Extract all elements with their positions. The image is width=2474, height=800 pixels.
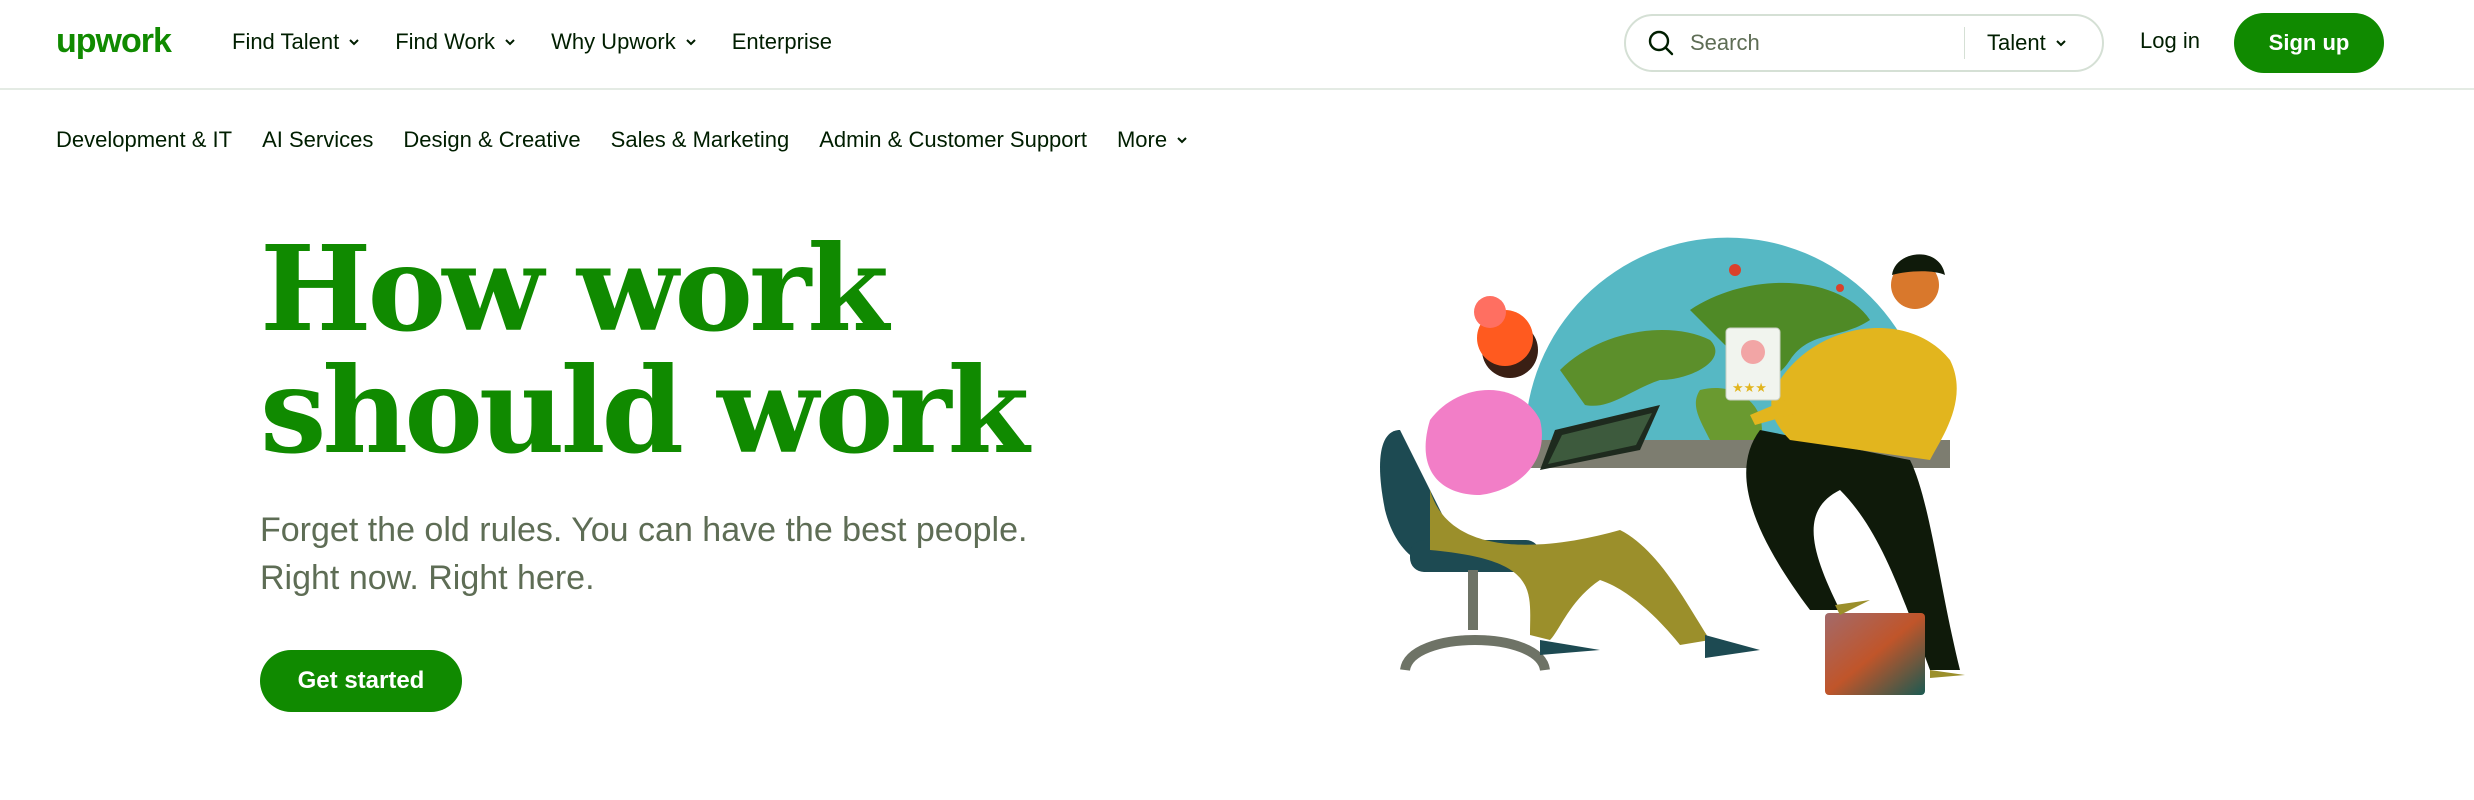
upwork-logo[interactable]: upwork [56,22,180,62]
hero-subtitle-line: Right now. Right here. [260,559,595,597]
chevron-down-icon [505,39,515,46]
category-sales-marketing[interactable]: Sales & Marketing [611,127,790,153]
logo-wordmark: upwork [56,22,172,60]
chevron-down-icon [2056,40,2066,47]
chair-base [1400,635,1550,672]
login-link[interactable]: Log in [2140,28,2200,54]
top-navigation: upwork Find Talent Find Work Why Upwork … [0,0,2474,90]
man-shoe [1835,600,1870,615]
man-shoe [1930,670,1965,678]
chevron-down-icon [349,39,359,46]
hero-illustration: ★★★ [1380,237,1965,695]
hero-title-line: should work [260,341,1029,480]
nav-find-talent-label: Find Talent [232,29,340,54]
search-icon[interactable] [1646,28,1676,58]
search-input[interactable] [1690,30,1960,56]
search-scope-label: Talent [1987,30,2046,55]
search-divider [1964,27,1965,59]
main-nav: Find Talent Find Work Why Upwork Enterpr… [232,0,866,84]
woman-shoe [1540,640,1600,655]
chevron-down-icon [686,39,696,46]
nav-enterprise-label: Enterprise [731,29,833,54]
nav-find-talent[interactable]: Find Talent [232,29,361,55]
category-bar: Development & IT AI Services Design & Cr… [56,122,1219,158]
search-bar: Talent [1624,14,2104,72]
profile-avatar [1741,340,1765,364]
briefcase [1825,613,1925,695]
nav-why-upwork[interactable]: Why Upwork [551,29,698,55]
signup-button[interactable]: Sign up [2234,13,2384,73]
map-pin-icon [1729,264,1741,276]
category-design-creative[interactable]: Design & Creative [403,127,580,153]
nav-enterprise[interactable]: Enterprise [732,29,832,55]
hero-title-line: How work [260,219,889,358]
rating-stars-icon: ★★★ [1732,381,1767,396]
chevron-down-icon [1177,137,1187,144]
nav-find-work-label: Find Work [395,29,496,54]
category-more[interactable]: More [1117,127,1189,153]
category-more-label: More [1116,127,1168,152]
category-ai-services[interactable]: AI Services [262,127,373,153]
chair-post [1468,570,1478,630]
hero-subtitle: Forget the old rules. You can have the b… [260,506,1080,602]
woman-torso [1425,390,1542,495]
map-pin-icon [1836,284,1844,292]
get-started-button[interactable]: Get started [260,650,462,712]
nav-find-work[interactable]: Find Work [395,29,517,55]
search-scope-dropdown[interactable]: Talent [1987,30,2068,56]
woman-shoe [1705,635,1760,658]
nav-why-upwork-label: Why Upwork [551,29,676,54]
woman-hair-bun [1474,296,1506,328]
category-admin-support[interactable]: Admin & Customer Support [819,127,1087,153]
category-development-it[interactable]: Development & IT [56,127,232,153]
hero-title: How work should work [260,228,1080,472]
hero-subtitle-line: Forget the old rules. You can have the b… [260,511,1028,549]
